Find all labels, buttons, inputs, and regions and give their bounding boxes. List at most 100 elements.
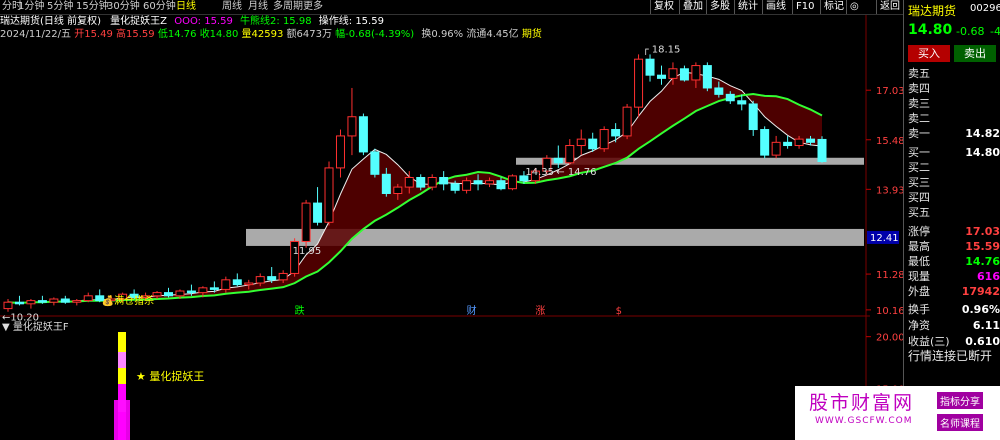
candle-body[interactable] (507, 175, 517, 190)
candle-body[interactable] (576, 138, 586, 147)
toolbar-btn-7[interactable]: ◎ (846, 0, 862, 14)
candle-body[interactable] (335, 135, 345, 169)
buy-level-1: 买二 (908, 160, 1000, 176)
candle-body[interactable] (324, 167, 334, 223)
candle-body[interactable] (553, 157, 563, 164)
candle-body[interactable] (49, 298, 59, 303)
toolbar-btn-3[interactable]: 统计 (734, 0, 761, 14)
candle-body[interactable] (668, 68, 678, 79)
candle-body[interactable] (473, 180, 483, 185)
toolbar-btn-4[interactable]: 画线 (762, 0, 789, 14)
candle-body[interactable] (83, 295, 93, 302)
trend-ribbon (8, 72, 822, 304)
candle-body[interactable] (404, 177, 414, 188)
candle-body[interactable] (565, 145, 575, 164)
candle-body[interactable] (611, 129, 621, 137)
candle-body[interactable] (737, 100, 747, 105)
candle-body[interactable] (725, 93, 735, 102)
quote-code: 002961 (970, 3, 1000, 14)
period-tab-9[interactable]: 多周期 (273, 0, 303, 14)
candle-body[interactable] (358, 116, 368, 153)
info-high: 高15.59 (116, 29, 155, 40)
candle-body[interactable] (588, 138, 598, 150)
op-value: 操作线: 15.59 (318, 16, 384, 27)
stat2-1-label: 净资 (908, 319, 930, 332)
candle-body[interactable] (221, 279, 231, 290)
candle-body[interactable] (3, 301, 13, 310)
candle-body[interactable] (72, 300, 82, 303)
toolbar-btn-6[interactable]: 标记 (820, 0, 847, 14)
candle-body[interactable] (760, 129, 770, 156)
candle-body[interactable] (313, 202, 323, 223)
candle-body[interactable] (393, 186, 403, 194)
candle-body[interactable] (370, 151, 380, 175)
period-tab-3[interactable]: 15分钟 (76, 0, 109, 14)
stat-3-value: 616 (977, 270, 1000, 283)
period-tab-8[interactable]: 月线 (248, 0, 268, 14)
candle-body[interactable] (679, 68, 689, 81)
toolbar-btn-1[interactable]: 叠加 (679, 0, 706, 14)
candle-body[interactable] (209, 287, 219, 290)
candle-body[interactable] (622, 106, 632, 137)
kline-chart[interactable]: 17.0315.4813.9311.2810.1612.41┌ 18.15←10… (0, 0, 903, 440)
period-tab-4[interactable]: 30分钟 (107, 0, 140, 14)
money-label: 💰满仓猎杀 (102, 294, 154, 307)
toolbar-btn-2[interactable]: 多股 (706, 0, 733, 14)
watermark: 股市财富网 WWW.GSCFW.COM 指标分享 名师课程 (795, 386, 1000, 440)
signal-bar-seg-3 (118, 384, 126, 400)
period-tab-1[interactable]: 1分钟 (18, 0, 44, 14)
candle-body[interactable] (347, 116, 357, 137)
candle-body[interactable] (255, 276, 265, 284)
candle-body[interactable] (37, 300, 47, 303)
candle-body[interactable] (691, 65, 701, 81)
period-tab-2[interactable]: 5分钟 (47, 0, 73, 14)
candle-body[interactable] (186, 290, 196, 294)
candle-body[interactable] (164, 292, 174, 297)
candle-body[interactable] (278, 272, 288, 281)
period-tab-10[interactable]: 更多 (303, 0, 323, 14)
buy-button[interactable]: 买入 (908, 45, 950, 62)
candle-body[interactable] (496, 180, 506, 190)
candle-body[interactable] (771, 141, 781, 156)
candle-body[interactable] (232, 279, 242, 286)
candle-body[interactable] (714, 87, 724, 95)
sell-level-4-value: 14.82 (965, 127, 1000, 140)
period-tab-7[interactable]: 周线 (222, 0, 242, 14)
candle-body[interactable] (599, 129, 609, 150)
toolbar-btn-5[interactable]: F10 (792, 0, 817, 14)
candle-body[interactable] (175, 290, 185, 297)
candle-body[interactable] (806, 138, 816, 143)
candle-body[interactable] (783, 141, 793, 147)
indicator-name[interactable]: 量化捉妖王Z (110, 16, 167, 27)
toolbar-btn-8[interactable]: 返回 (876, 0, 903, 14)
candle-body[interactable] (645, 58, 655, 76)
candle-body[interactable] (26, 300, 36, 305)
candle-body[interactable] (301, 202, 311, 242)
candle-body[interactable] (817, 138, 827, 163)
candle-body[interactable] (439, 177, 449, 185)
quote-name: 瑞达期货 (908, 4, 957, 18)
period-tab-5[interactable]: 60分钟 (143, 0, 176, 14)
stat-4-label: 外盘 (908, 285, 930, 298)
candle-body[interactable] (702, 65, 712, 89)
candle-body[interactable] (416, 177, 426, 188)
candle-body[interactable] (634, 58, 644, 108)
candle-body[interactable] (794, 138, 804, 147)
candle-body[interactable] (152, 292, 162, 297)
candle-body[interactable] (485, 180, 495, 185)
stat2-0-value: 0.96% (961, 303, 1000, 316)
candle-body[interactable] (450, 183, 460, 191)
candle-body[interactable] (198, 287, 208, 294)
candle-body[interactable] (427, 177, 437, 188)
candle-body[interactable] (14, 301, 24, 305)
sell-button[interactable]: 卖出 (954, 45, 996, 62)
candle-body[interactable] (748, 103, 758, 131)
candle-body[interactable] (462, 180, 472, 191)
period-tab-6[interactable]: 日线 (176, 0, 196, 14)
candle-body[interactable] (381, 173, 391, 194)
toolbar-btn-0[interactable]: 复权 (650, 0, 677, 14)
candle-body[interactable] (60, 298, 70, 303)
candle-body[interactable] (244, 282, 254, 286)
candle-body[interactable] (656, 74, 666, 79)
candle-body[interactable] (267, 276, 277, 281)
